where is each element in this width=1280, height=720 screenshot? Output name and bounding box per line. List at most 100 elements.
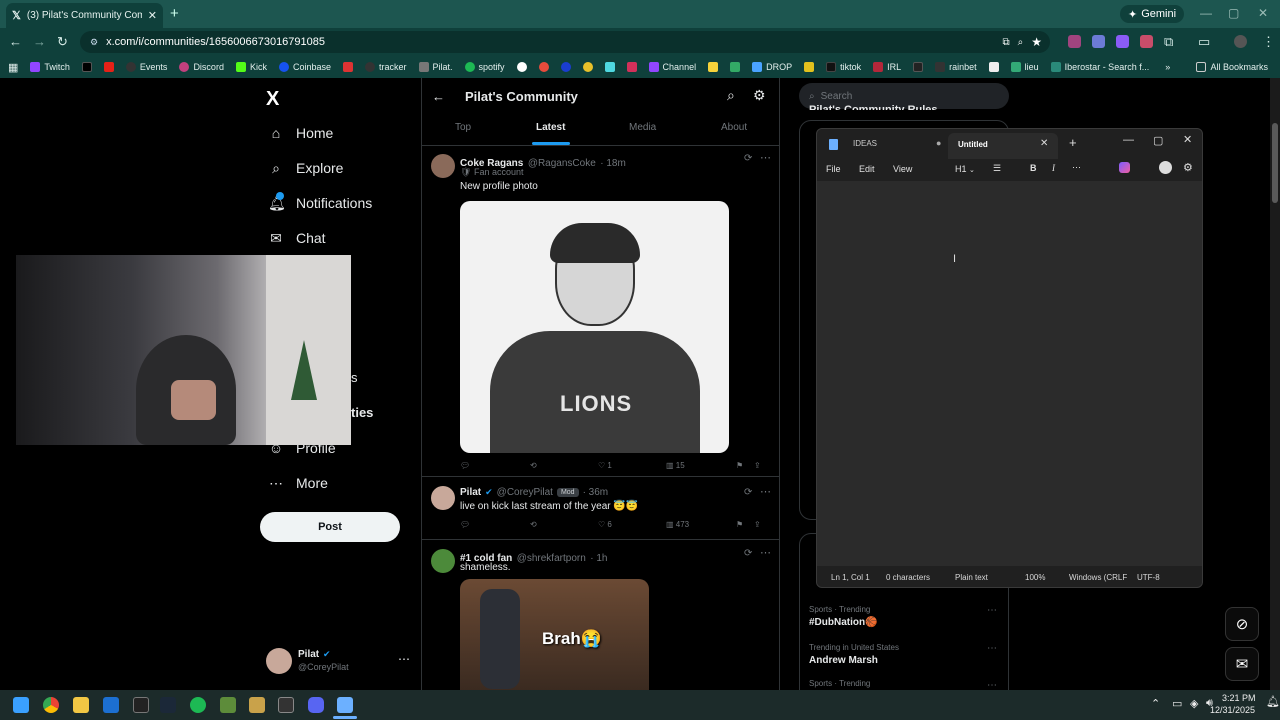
- steam-icon[interactable]: [160, 697, 176, 713]
- notification-bell-icon[interactable]: 🔔︎: [1266, 695, 1280, 708]
- nav-communities-partial[interactable]: ties: [351, 405, 373, 420]
- tweet-handle[interactable]: @shrekfartporn: [517, 553, 586, 564]
- bookmark-misc[interactable]: [626, 62, 637, 72]
- tweet-time[interactable]: · 18m: [600, 158, 626, 169]
- nav-partial-label[interactable]: s: [351, 370, 358, 385]
- bookmark-lieu[interactable]: lieu: [1010, 62, 1039, 72]
- grok-icon[interactable]: ⟳: [744, 548, 752, 559]
- bookmark-misc[interactable]: [730, 62, 741, 72]
- tweet-more-icon[interactable]: ⋯: [760, 546, 771, 559]
- status-eol[interactable]: Windows (CRLF: [1069, 573, 1127, 582]
- browser-tab[interactable]: 𝕏 (3) Pilat's Community Commu ✕: [6, 3, 163, 28]
- notepad-window[interactable]: IDEAS ● Untitled ✕ + — ▢ ✕ File Edit Vie…: [816, 128, 1203, 588]
- list-icon[interactable]: ☰: [993, 163, 1001, 174]
- notepad-tab-untitled[interactable]: Untitled ✕: [948, 133, 1058, 159]
- account-icon[interactable]: [1159, 161, 1172, 174]
- zoom-icon[interactable]: ⌕: [1018, 37, 1024, 48]
- like-button[interactable]: ♡ 6: [598, 520, 666, 529]
- new-tab-button[interactable]: +: [170, 5, 179, 22]
- tab-media[interactable]: Media: [629, 122, 656, 133]
- app-icon[interactable]: [278, 697, 294, 713]
- nav-explore[interactable]: ⌕ Explore: [268, 160, 343, 176]
- trend-more-icon[interactable]: ⋯: [987, 605, 997, 616]
- bookmark-tiktok[interactable]: tiktok: [826, 62, 861, 72]
- file-explorer-icon[interactable]: [73, 697, 89, 713]
- extension-icon[interactable]: [1092, 35, 1105, 48]
- bookmark-misc[interactable]: [604, 62, 615, 72]
- copilot-icon[interactable]: [1119, 162, 1130, 173]
- extension-icon[interactable]: [1068, 35, 1081, 48]
- profile-avatar-icon[interactable]: [1234, 35, 1247, 48]
- like-button[interactable]: ♡ 1: [598, 461, 666, 470]
- taskbar-date[interactable]: 12/31/2025: [1210, 705, 1255, 715]
- tray-chevron-icon[interactable]: ⌃: [1151, 697, 1160, 710]
- windows-start-icon[interactable]: [13, 697, 29, 713]
- bookmark-iberostar[interactable]: Iberostar - Search f...: [1050, 62, 1149, 72]
- bookmark-misc[interactable]: [804, 62, 815, 72]
- tweet-image[interactable]: Brah😭: [460, 579, 649, 690]
- back-arrow-icon[interactable]: ←: [432, 89, 445, 104]
- bookmark-flag[interactable]: [343, 62, 353, 72]
- bookmark-pilat[interactable]: Pilat.: [418, 62, 453, 72]
- bookmark-events[interactable]: Events: [125, 62, 167, 72]
- tweet-author[interactable]: Pilat: [460, 487, 481, 498]
- tweet-handle[interactable]: @RagansCoke: [528, 158, 596, 169]
- notepad-new-tab-button[interactable]: +: [1069, 135, 1077, 150]
- tweet-image[interactable]: LIONS: [460, 201, 729, 453]
- minecraft-icon[interactable]: [220, 697, 236, 713]
- taskbar-time[interactable]: 3:21 PM: [1222, 693, 1256, 703]
- maximize-icon[interactable]: ▢: [1228, 6, 1239, 20]
- share-icon[interactable]: ⇪: [754, 520, 761, 529]
- avatar[interactable]: [431, 549, 455, 573]
- bookmark-star-icon[interactable]: ★: [1031, 35, 1042, 49]
- network-icon[interactable]: ◈: [1190, 697, 1198, 710]
- gemini-button[interactable]: ✦ Gemini: [1120, 5, 1185, 23]
- share-icon[interactable]: ⇪: [754, 461, 761, 470]
- heading-dropdown[interactable]: H1 ⌄: [955, 164, 975, 174]
- grok-icon[interactable]: ⟳: [744, 153, 752, 164]
- scrollbar-thumb[interactable]: [1272, 123, 1278, 203]
- notepad-editor[interactable]: I: [817, 181, 1202, 566]
- search-icon[interactable]: ⌕: [727, 87, 735, 104]
- bookmark-misc[interactable]: [516, 62, 527, 72]
- nav-notifications[interactable]: 🔔︎ Notifications: [268, 192, 372, 211]
- all-bookmarks[interactable]: All Bookmarks: [1196, 62, 1268, 72]
- apps-grid-icon[interactable]: ▦: [8, 61, 18, 74]
- settings-gear-icon[interactable]: ⚙: [753, 87, 766, 104]
- minimize-icon[interactable]: —: [1200, 6, 1212, 20]
- more-options-icon[interactable]: ⋯: [1072, 162, 1081, 173]
- menu-dots-icon[interactable]: ⋮: [1262, 34, 1275, 50]
- tweet-time[interactable]: · 1h: [590, 553, 607, 564]
- tab-about[interactable]: About: [721, 122, 747, 133]
- spotify-icon[interactable]: [190, 697, 206, 713]
- menu-view[interactable]: View: [893, 164, 912, 174]
- status-encoding[interactable]: UTF-8: [1137, 573, 1160, 582]
- bookmark-misc[interactable]: [538, 62, 549, 72]
- nav-more[interactable]: ⋯ More: [268, 475, 328, 491]
- app-icon[interactable]: [103, 697, 119, 713]
- tweet-time[interactable]: · 36m: [583, 487, 609, 498]
- bookmark-misc[interactable]: [988, 62, 999, 72]
- status-zoom[interactable]: 100%: [1025, 573, 1045, 582]
- bookmark-irl[interactable]: IRL: [873, 62, 901, 72]
- settings-gear-icon[interactable]: ⚙: [1183, 161, 1193, 174]
- forward-icon[interactable]: →: [33, 34, 46, 49]
- maximize-icon[interactable]: ▢: [1153, 134, 1163, 147]
- menu-file[interactable]: File: [826, 164, 841, 174]
- bookmark-youtube[interactable]: [103, 62, 114, 72]
- bookmark-icon[interactable]: ⚑: [736, 461, 754, 470]
- grok-icon[interactable]: ⟳: [744, 487, 752, 498]
- trend-title[interactable]: #DubNation🏀: [809, 617, 878, 628]
- monitor-icon[interactable]: ▭: [1172, 697, 1182, 710]
- bookmark-x[interactable]: [81, 62, 92, 72]
- tweet-more-icon[interactable]: ⋯: [760, 485, 771, 498]
- bookmark-discord[interactable]: Discord: [179, 62, 224, 72]
- bookmark-channel[interactable]: Channel: [648, 62, 696, 72]
- side-panel-icon[interactable]: ▭: [1198, 34, 1210, 50]
- bookmark-misc[interactable]: [913, 62, 924, 72]
- app-icon[interactable]: [249, 697, 265, 713]
- chrome-icon[interactable]: [43, 697, 59, 713]
- reply-icon[interactable]: 💬︎: [460, 461, 530, 470]
- bookmark-misc[interactable]: [560, 62, 571, 72]
- site-info-icon[interactable]: ⚙: [90, 37, 98, 48]
